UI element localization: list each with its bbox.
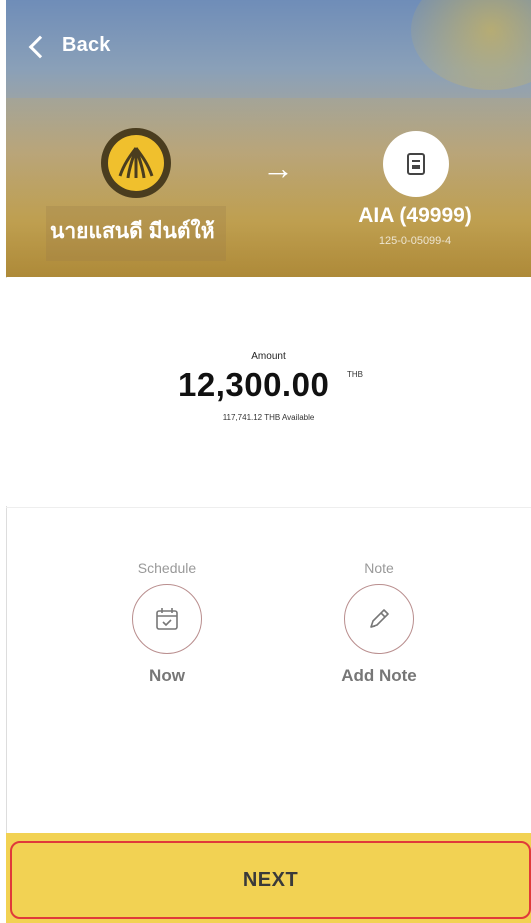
note-caption: Note: [364, 560, 394, 576]
calendar-icon: [156, 608, 178, 630]
document-icon: [407, 153, 425, 175]
next-button-label: NEXT: [242, 868, 299, 891]
schedule-button[interactable]: [132, 584, 202, 654]
back-label: Back: [62, 34, 111, 56]
kasikorn-bank-logo: [101, 128, 171, 198]
sender-name: นายแสนดี มีนต์ให้: [46, 206, 226, 261]
arrow-right-icon: →: [262, 150, 294, 186]
transfer-screen: Back นายแสนดี มีนต์ให้ → AIA (49999) 125…: [0, 0, 531, 923]
schedule-caption: Schedule: [137, 560, 197, 576]
pencil-icon: [370, 609, 389, 628]
note-option[interactable]: Note Add Note: [319, 560, 439, 686]
bank-logo-inner: [108, 135, 164, 191]
back-button[interactable]: Back: [28, 34, 111, 58]
recipient-logo: [383, 131, 449, 197]
schedule-value: Now: [149, 666, 185, 685]
amount-value: 12,300.00: [178, 366, 330, 403]
rice-ear-icon: [118, 147, 154, 179]
section-divider: [6, 507, 531, 508]
schedule-option[interactable]: Schedule Now: [107, 560, 227, 686]
note-value: Add Note: [341, 666, 417, 685]
next-button[interactable]: NEXT: [10, 841, 531, 919]
recipient-account: 125-0-05099-4: [378, 235, 452, 247]
amount-label: Amount: [251, 351, 286, 362]
amount-section[interactable]: Amount 12,300.00 THB 117,741.12 THB Avai…: [6, 278, 531, 506]
header-background-blur: [411, 0, 531, 90]
available-balance: 117,741.12 THB Available: [222, 413, 315, 422]
chevron-left-icon: [28, 35, 52, 58]
note-button[interactable]: [344, 584, 414, 654]
recipient-name: AIA (49999): [358, 204, 472, 227]
amount-currency: THB: [347, 370, 363, 379]
